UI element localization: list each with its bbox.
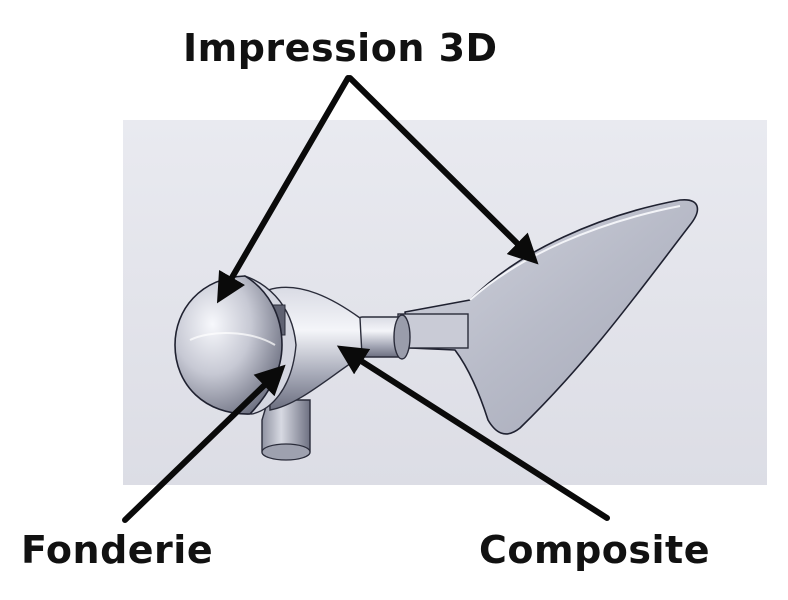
coupling-ring (393, 314, 411, 360)
label-impression-3d: Impression 3D (183, 26, 498, 70)
label-fonderie: Fonderie (21, 528, 214, 572)
diagram-canvas (122, 75, 767, 523)
mast-post-base (261, 443, 311, 461)
label-composite: Composite (479, 528, 710, 572)
